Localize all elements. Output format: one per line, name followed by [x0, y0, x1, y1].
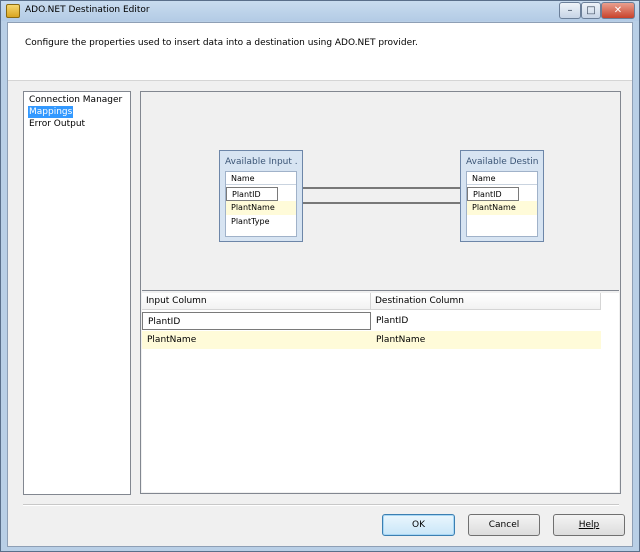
cancel-button[interactable]: Cancel	[468, 514, 540, 536]
nav-item-error-output[interactable]: Error Output	[28, 118, 86, 130]
title-bar[interactable]: ADO.NET Destination Editor – □ ✕	[1, 1, 639, 21]
page-navigation-list[interactable]: Connection Manager Mappings Error Output	[23, 91, 131, 495]
header-band: Configure the properties used to insert …	[8, 23, 632, 81]
destination-column-item[interactable]: PlantName	[467, 201, 537, 215]
nav-item-mappings[interactable]: Mappings	[28, 106, 74, 118]
destination-table-body: Name PlantID PlantName	[466, 171, 538, 237]
mappings-panel: Available Input ... Name PlantID PlantNa…	[140, 91, 621, 494]
footer-separator	[23, 504, 619, 506]
destination-column-item[interactable]: PlantID	[467, 187, 519, 201]
maximize-button[interactable]: □	[581, 2, 601, 19]
close-button[interactable]: ✕	[601, 2, 635, 19]
destination-table-header: Name	[467, 172, 537, 185]
mapping-lines	[303, 185, 465, 206]
destination-table-title: Available Destin...	[466, 157, 538, 167]
ok-button[interactable]: OK	[382, 514, 455, 536]
mapping-diagram[interactable]: Available Input ... Name PlantID PlantNa…	[142, 93, 619, 291]
grid-cell-input[interactable]: PlantID	[142, 312, 371, 330]
header-description: Configure the properties used to insert …	[25, 38, 418, 48]
grid-cell-input[interactable]: PlantName	[142, 331, 371, 349]
help-button[interactable]: Help	[553, 514, 625, 536]
grid-header-destination-column[interactable]: Destination Column	[371, 293, 601, 310]
window-title: ADO.NET Destination Editor	[25, 5, 150, 15]
dialog-client-area: Configure the properties used to insert …	[7, 22, 633, 547]
nav-item-connection-manager[interactable]: Connection Manager	[28, 94, 123, 106]
mappings-grid[interactable]: Input Column Destination Column PlantID …	[142, 293, 619, 492]
grid-cell-destination[interactable]: PlantName	[371, 331, 601, 349]
app-icon	[6, 4, 20, 18]
dialog-window: ADO.NET Destination Editor – □ ✕ Configu…	[0, 0, 640, 552]
grid-cell-destination[interactable]: PlantID	[371, 312, 601, 330]
minimize-button[interactable]: –	[559, 2, 581, 19]
help-button-label: Help	[578, 520, 600, 530]
grid-header-input-column[interactable]: Input Column	[142, 293, 371, 310]
available-destination-columns-table[interactable]: Available Destin... Name PlantID PlantNa…	[460, 150, 544, 242]
